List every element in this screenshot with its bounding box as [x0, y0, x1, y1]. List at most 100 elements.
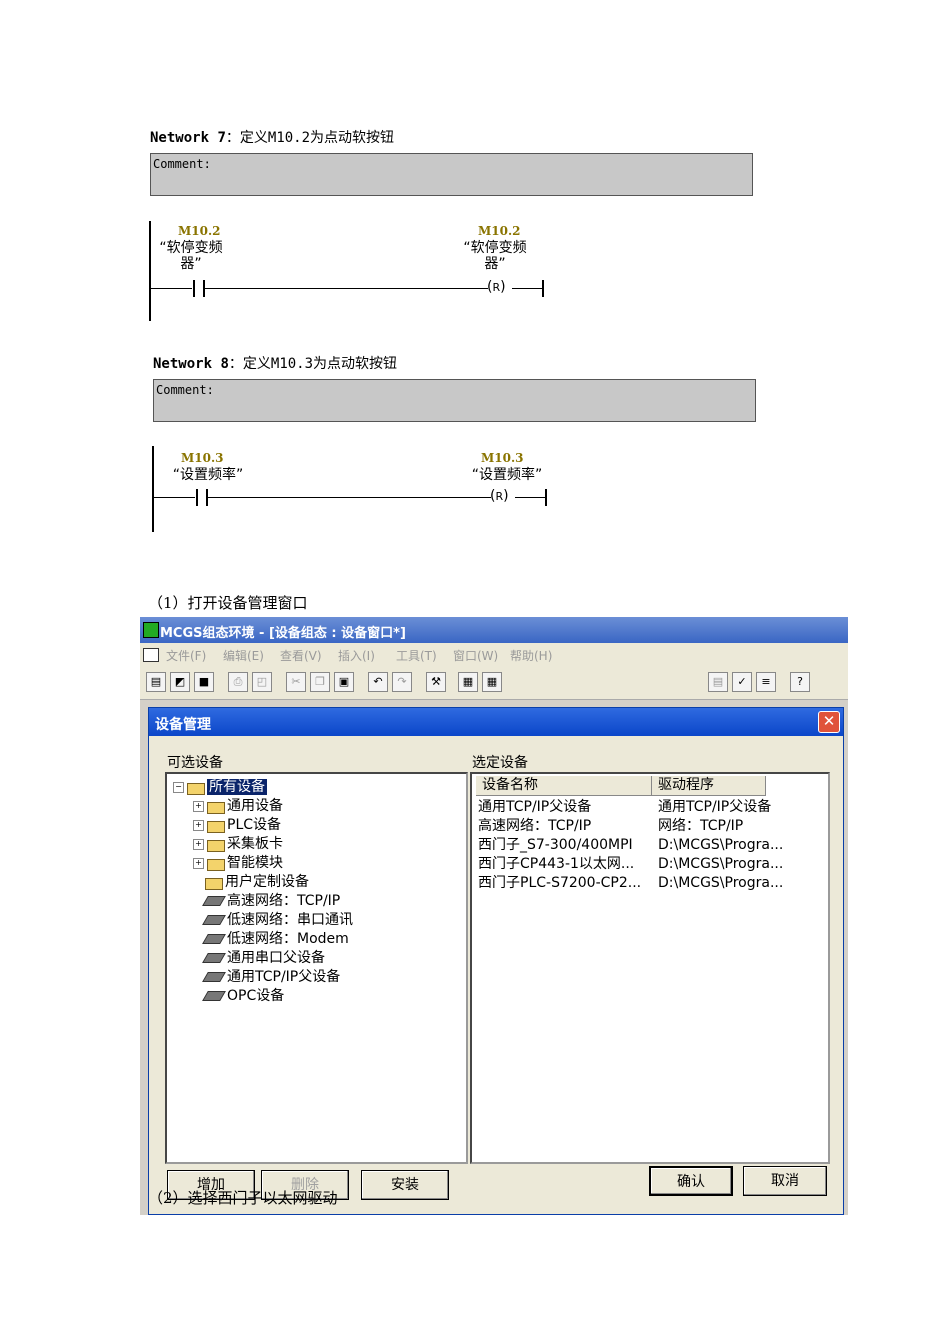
network-title: ：定义M10.3为点动软按钮 [228, 356, 398, 372]
expand-icon[interactable]: + [193, 838, 204, 850]
chip-icon [202, 972, 226, 982]
reset-coil[interactable]: (R) [487, 279, 506, 295]
selected-devices-label: 选定设备 [472, 755, 528, 771]
window-title: MCGS组态环境 - [设备组态 : 设备窗口*] [160, 626, 406, 641]
dialog-title: 设备管理 [155, 717, 211, 733]
driver-cell: D:\MCGS\Progra... [658, 837, 784, 853]
tree-item[interactable]: + 智能模块 [173, 854, 353, 873]
network-number: 8 [220, 356, 229, 372]
tools-icon[interactable]: ⚒ [426, 672, 446, 692]
tree-item[interactable]: 用户定制设备 [173, 873, 353, 892]
collapse-icon[interactable]: − [173, 781, 184, 793]
list-icon[interactable]: ≡ [756, 672, 776, 692]
help-icon[interactable]: ? [790, 672, 810, 692]
driver-cell: 网络：TCP/IP [658, 818, 744, 834]
tree-item[interactable]: 通用串口父设备 [173, 949, 353, 968]
table-row[interactable]: 高速网络：TCP/IP 网络：TCP/IP [476, 817, 826, 836]
tree-item-label: 智能模块 [227, 855, 283, 871]
network-7-comment[interactable]: Comment: [150, 153, 753, 196]
rung-wire [205, 288, 488, 289]
expand-icon[interactable]: + [193, 800, 204, 812]
device-icon[interactable]: ▦ [458, 672, 478, 692]
copy-icon[interactable]: ❐ [310, 672, 330, 692]
table-row[interactable]: 西门子PLC-S7200-CP2... D:\MCGS\Progra... [476, 874, 826, 893]
close-button[interactable]: ✕ [818, 711, 840, 733]
folder-icon [205, 876, 223, 890]
menu-insert[interactable]: 插入(I) [338, 647, 375, 664]
coil-symbol: “软停变频 器” [463, 240, 527, 272]
tree-container: − 所有设备 + 通用设备 + PLC设备 + 采集板卡 + 智能模块 用户定制设备 高速网络：TCP… [173, 778, 353, 1006]
tree-item[interactable]: 低速网络：Modem [173, 930, 353, 949]
expand-icon[interactable]: + [193, 857, 204, 869]
column-device-name[interactable]: 设备名称 [476, 776, 652, 796]
driver-cell: D:\MCGS\Progra... [658, 856, 784, 872]
folder-icon [207, 838, 225, 852]
table-row[interactable]: 西门子CP443-1以太网... D:\MCGS\Progra... [476, 855, 826, 874]
tree-item[interactable]: + 通用设备 [173, 797, 353, 816]
tree-item-label: 通用TCP/IP父设备 [227, 969, 341, 985]
doc-icon [143, 648, 159, 662]
properties-icon[interactable]: ▤ [708, 672, 728, 692]
dialog-titlebar[interactable]: 设备管理 ✕ [149, 708, 843, 736]
cut-icon[interactable]: ✂ [286, 672, 306, 692]
available-devices-label: 可选设备 [167, 755, 223, 771]
expand-icon[interactable]: + [193, 819, 204, 831]
table-row[interactable]: 通用TCP/IP父设备 通用TCP/IP父设备 [476, 798, 826, 817]
chip-icon [202, 934, 226, 944]
save-icon[interactable]: ■ [194, 672, 214, 692]
menu-tools[interactable]: 工具(T) [396, 647, 437, 664]
menu-file[interactable]: 文件(F) [166, 647, 206, 664]
preview-icon[interactable]: ◰ [252, 672, 272, 692]
network-8-comment[interactable]: Comment: [153, 379, 756, 422]
menu-view[interactable]: 查看(V) [280, 647, 322, 664]
paste-icon[interactable]: ▣ [334, 672, 354, 692]
folder-icon [207, 800, 225, 814]
contact-bar-left [196, 489, 198, 506]
device-window-icon[interactable]: ▦ [482, 672, 502, 692]
caption-step-2: （2）选择西门子以太网驱动 [148, 1189, 338, 1207]
tree-item[interactable]: 通用TCP/IP父设备 [173, 968, 353, 987]
table-row[interactable]: 西门子_S7-300/400MPI D:\MCGS\Progra... [476, 836, 826, 855]
folder-icon [207, 819, 225, 833]
rung-wire [153, 497, 195, 498]
tree-item[interactable]: OPC设备 [173, 987, 353, 1006]
menu-edit[interactable]: 编辑(E) [223, 647, 264, 664]
tree-item-label: 低速网络：Modem [227, 931, 349, 947]
window-titlebar[interactable]: MCGS组态环境 - [设备组态 : 设备窗口*] [140, 617, 848, 643]
print-icon[interactable]: ⎙ [228, 672, 248, 692]
network-7-header: Network 7：定义M10.2为点动软按钮 [150, 127, 394, 147]
redo-icon[interactable]: ↷ [392, 672, 412, 692]
tree-item[interactable]: + 采集板卡 [173, 835, 353, 854]
reset-coil[interactable]: (R) [490, 488, 509, 504]
tree-item[interactable]: 低速网络：串口通讯 [173, 911, 353, 930]
new-icon[interactable]: ▤ [146, 672, 166, 692]
driver-cell: 通用TCP/IP父设备 [658, 799, 772, 815]
rung-wire [150, 288, 192, 289]
column-driver[interactable]: 驱动程序 [652, 776, 766, 796]
tree-item[interactable]: − 所有设备 [173, 778, 353, 797]
open-icon[interactable]: ◩ [170, 672, 190, 692]
network-title: ：定义M10.2为点动软按钮 [225, 130, 395, 146]
ok-button[interactable]: 确认 [649, 1166, 733, 1196]
undo-icon[interactable]: ↶ [368, 672, 388, 692]
menu-help[interactable]: 帮助(H) [510, 647, 552, 664]
tree-item[interactable]: + PLC设备 [173, 816, 353, 835]
device-tree[interactable]: − 所有设备 + 通用设备 + PLC设备 + 采集板卡 + 智能模块 用户定制设备 高速网络：TCP… [165, 772, 468, 1164]
tree-item-label: 低速网络：串口通讯 [227, 912, 353, 928]
rung-wire [512, 288, 542, 289]
selected-device-list[interactable]: 设备名称 驱动程序 通用TCP/IP父设备 通用TCP/IP父设备 高速网络：TCP… [470, 772, 830, 1164]
tree-item[interactable]: 高速网络：TCP/IP [173, 892, 353, 911]
coil-address: M10.3 [481, 451, 524, 465]
menu-window[interactable]: 窗口(W) [453, 647, 498, 664]
install-button[interactable]: 安装 [361, 1170, 449, 1200]
check-icon[interactable]: ✓ [732, 672, 752, 692]
folder-icon [207, 857, 225, 871]
contact-symbol: “软停变频 器” [159, 240, 223, 272]
tree-item-label: 高速网络：TCP/IP [227, 893, 341, 909]
cancel-button[interactable]: 取消 [743, 1166, 827, 1196]
